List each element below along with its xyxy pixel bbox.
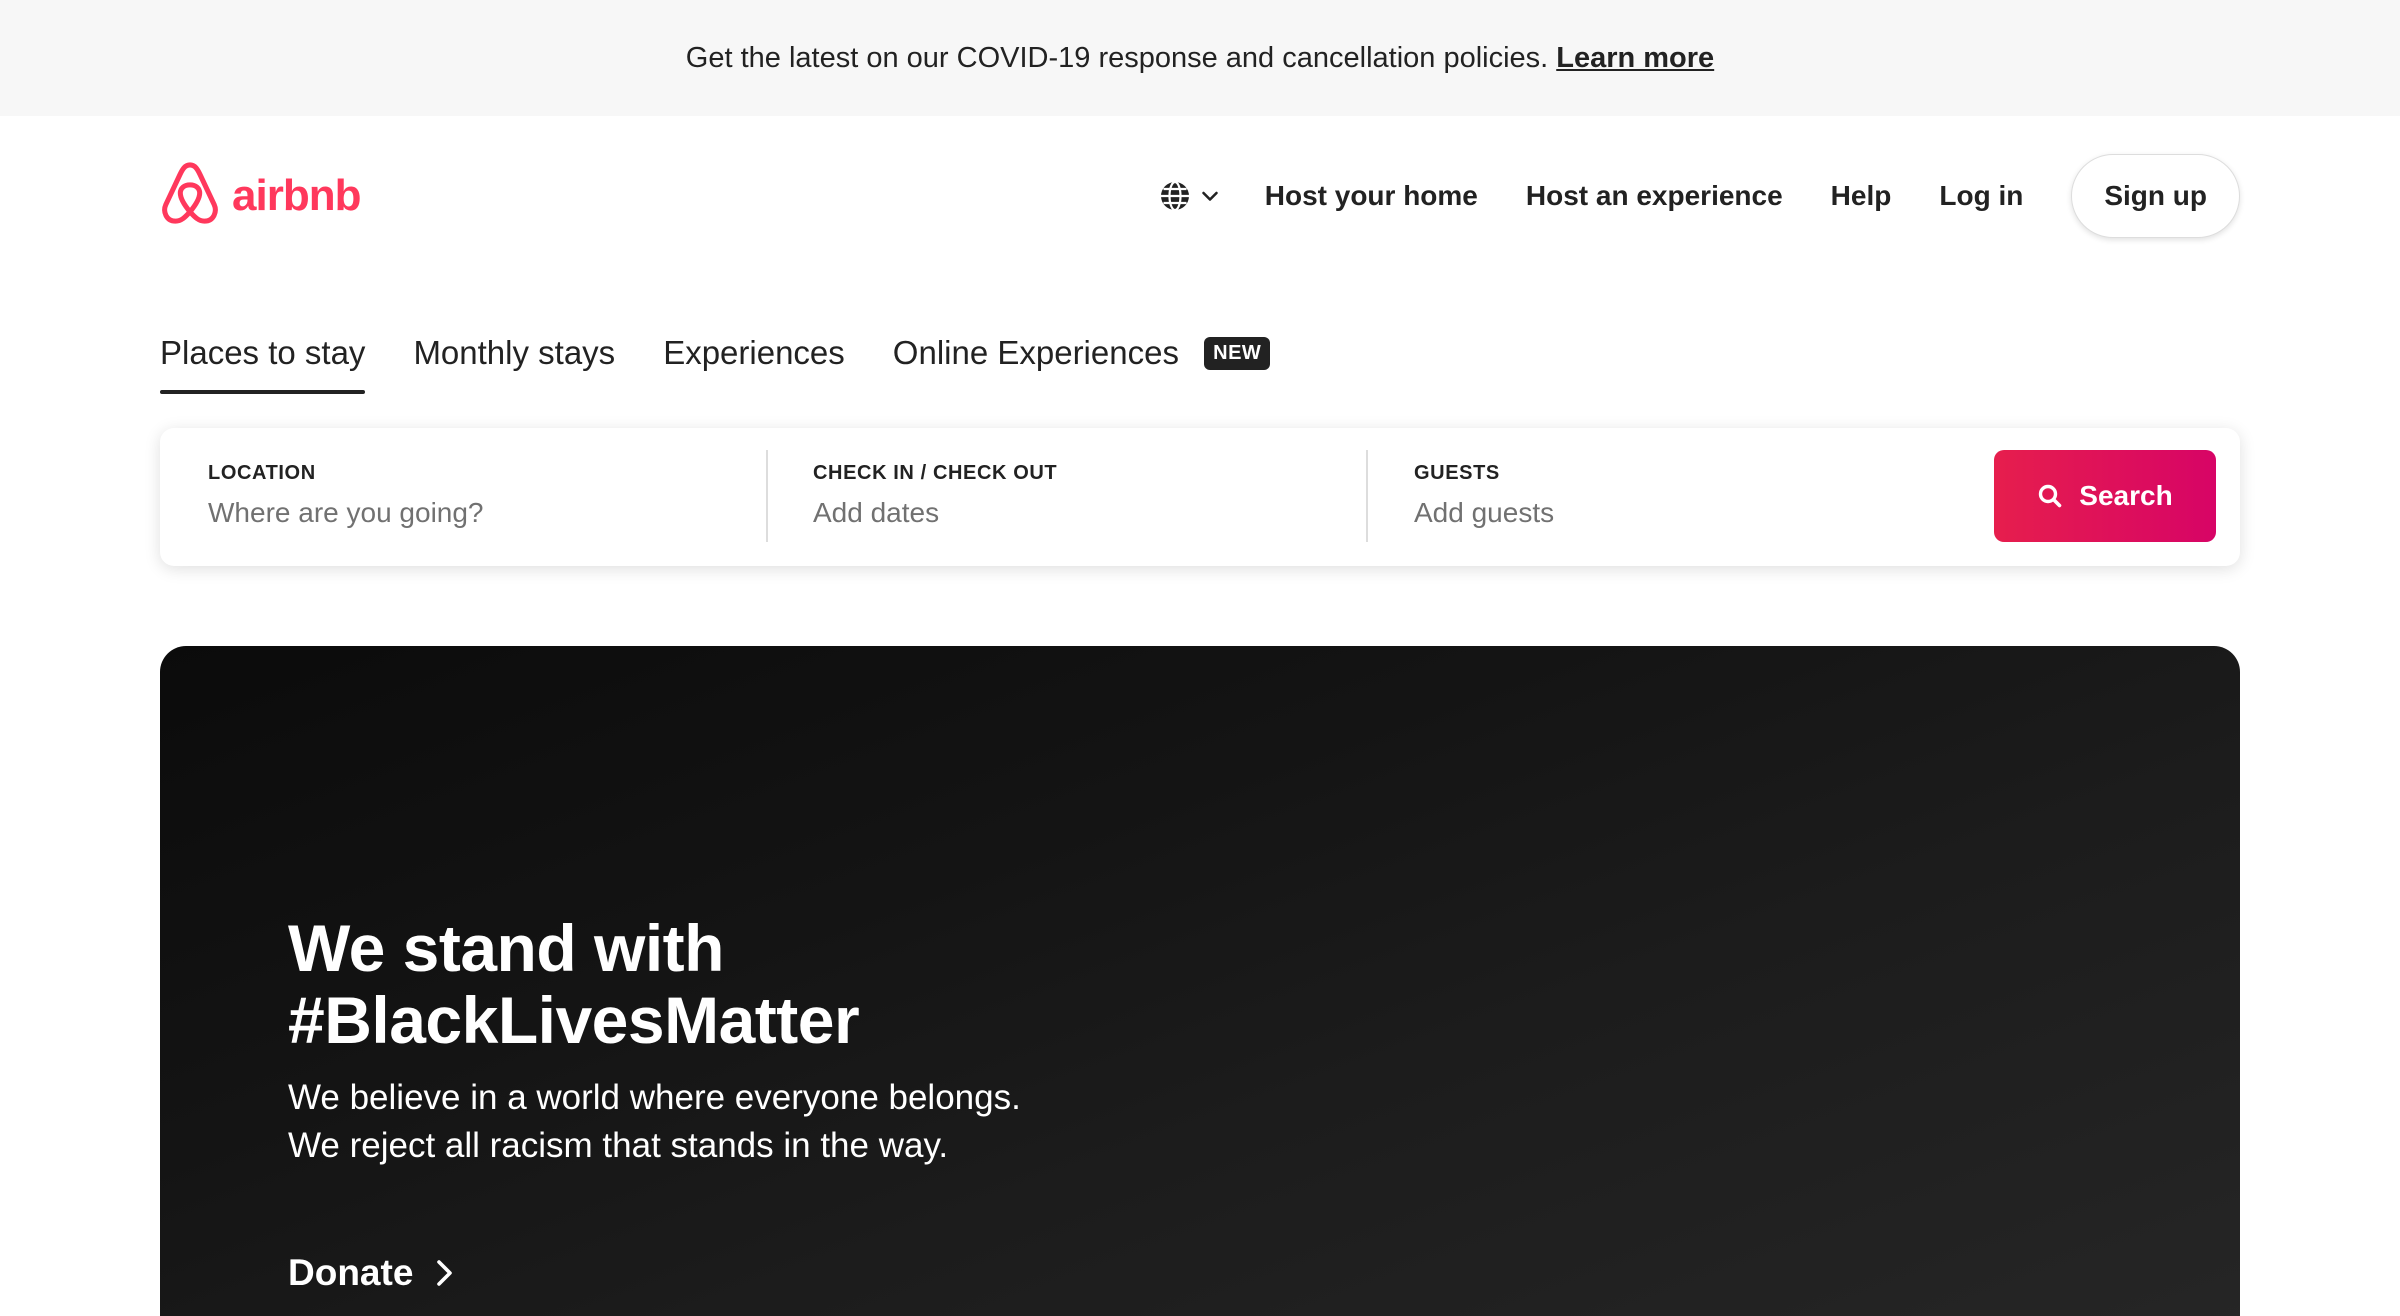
host-your-home-link[interactable]: Host your home <box>1265 180 1478 212</box>
search-divider <box>766 450 768 542</box>
guests-field[interactable]: GUESTS Add guests <box>1414 462 1934 529</box>
search-divider <box>1366 450 1368 542</box>
location-input[interactable]: Where are you going? <box>208 497 748 529</box>
search-button-label: Search <box>2079 480 2173 511</box>
search-button[interactable]: Search <box>1994 450 2216 542</box>
top-nav: Host your home Host an experience Help L… <box>1159 154 2240 238</box>
donate-label: Donate <box>288 1252 414 1293</box>
category-tabs: Places to stay Monthly stays Experiences… <box>160 334 1318 394</box>
covid-banner: Get the latest on our COVID-19 response … <box>0 0 2400 116</box>
tab-places-to-stay[interactable]: Places to stay <box>160 334 366 394</box>
tab-online-experiences[interactable]: Online Experiences NEW <box>893 334 1271 394</box>
host-an-experience-link[interactable]: Host an experience <box>1526 180 1783 212</box>
donate-link[interactable]: Donate <box>288 1252 457 1294</box>
new-badge: NEW <box>1204 337 1271 370</box>
banner-text: Get the latest on our COVID-19 response … <box>685 41 1549 74</box>
globe-icon <box>1159 180 1191 212</box>
hero-title-line-2: #BlackLivesMatter <box>288 983 860 1057</box>
guests-label: GUESTS <box>1414 462 1500 484</box>
dates-label: CHECK IN / CHECK OUT <box>813 462 1058 484</box>
hero-title-line-1: We stand with <box>288 911 724 985</box>
sign-up-button[interactable]: Sign up <box>2071 154 2240 238</box>
guests-input[interactable]: Add guests <box>1414 497 1934 529</box>
hero-title: We stand with #BlackLivesMatter <box>288 911 860 1057</box>
search-bar: LOCATION Where are you going? CHECK IN /… <box>160 428 2240 566</box>
tab-experiences[interactable]: Experiences <box>663 334 845 394</box>
airbnb-logo[interactable]: airbnb <box>159 161 361 232</box>
location-field[interactable]: LOCATION Where are you going? <box>208 462 748 529</box>
location-label: LOCATION <box>208 462 316 484</box>
search-icon <box>2037 483 2079 509</box>
airbnb-logo-icon <box>159 161 221 232</box>
tab-monthly-stays[interactable]: Monthly stays <box>413 334 615 394</box>
tab-online-experiences-label: Online Experiences <box>892 334 1179 371</box>
language-selector[interactable] <box>1159 180 1219 212</box>
help-link[interactable]: Help <box>1831 180 1892 212</box>
airbnb-logo-text: airbnb <box>232 171 361 220</box>
dates-input[interactable]: Add dates <box>813 497 1353 529</box>
hero-body-text: We believe in a world where everyone bel… <box>288 1078 1021 1165</box>
chevron-down-icon <box>1191 187 1219 205</box>
learn-more-link[interactable]: Learn more <box>1556 42 1714 75</box>
log-in-link[interactable]: Log in <box>1939 180 2023 212</box>
hero-banner: We stand with #BlackLivesMatter We belie… <box>160 646 2240 1316</box>
dates-field[interactable]: CHECK IN / CHECK OUT Add dates <box>813 462 1353 529</box>
chevron-right-icon <box>413 1258 457 1288</box>
